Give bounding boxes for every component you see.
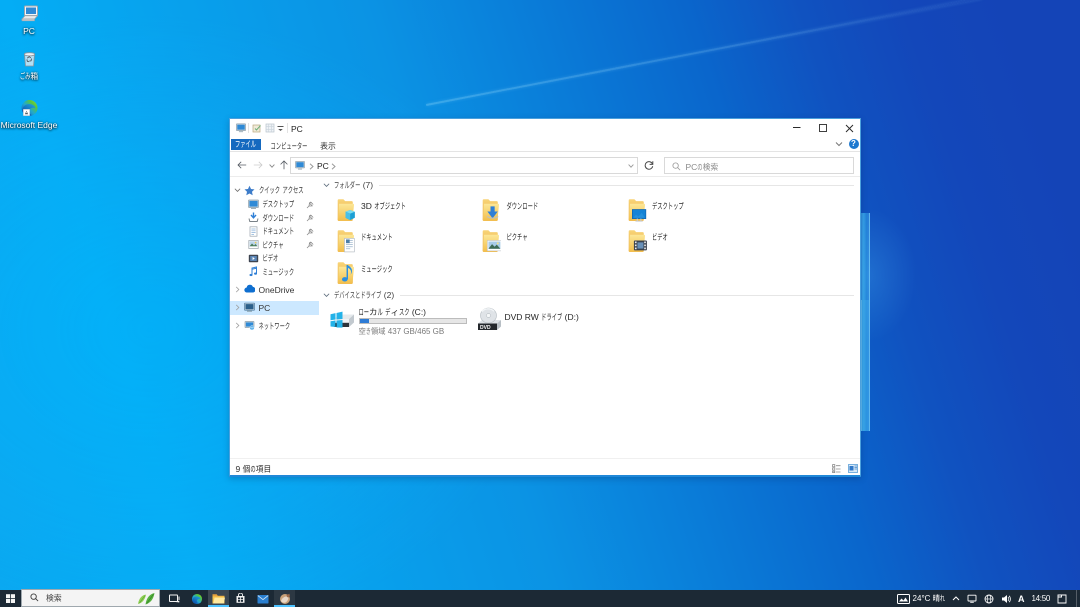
svg-text:DVD: DVD [480,325,491,331]
